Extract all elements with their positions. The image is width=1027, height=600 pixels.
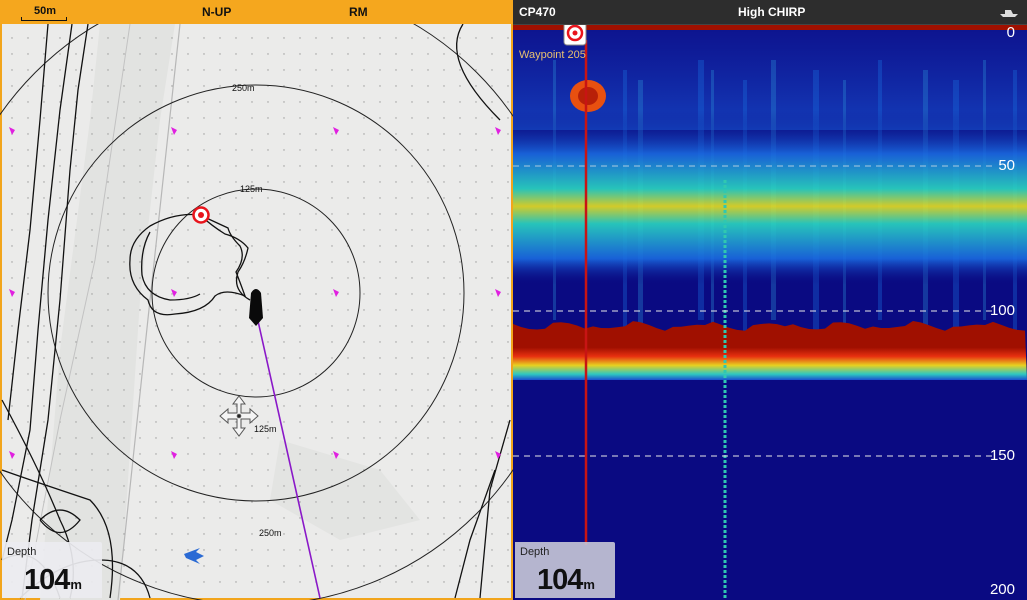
- chart-depth-databox[interactable]: Depth 104m: [2, 542, 102, 598]
- depth-unit: m: [583, 577, 595, 592]
- sonar-top-bar: CP470 High CHIRP: [513, 0, 1027, 25]
- depth-scale-150: 150: [989, 447, 1015, 464]
- sonar-frequency[interactable]: High CHIRP: [738, 5, 805, 19]
- sonar-depth-databox[interactable]: Depth 104m: [515, 542, 615, 598]
- depth-value: 104m: [24, 564, 82, 596]
- sonar-canvas[interactable]: Waypoint 205: [513, 0, 1027, 600]
- sonar-source[interactable]: CP470: [519, 5, 556, 19]
- chart-canvas[interactable]: 250m 125m 125m 250m: [0, 0, 513, 600]
- chart-top-bar: 50m N-UP RM: [0, 0, 513, 24]
- boat-icon: [1000, 10, 1018, 17]
- chart-scale[interactable]: 50m: [34, 5, 56, 17]
- seabed-echo: [513, 321, 1027, 380]
- depth-unit: m: [70, 577, 82, 592]
- depth-scale-100: 100: [989, 302, 1015, 319]
- ring-label-bottom-outer: 250m: [259, 528, 282, 538]
- ring-label-top-inner: 125m: [240, 184, 263, 194]
- waypoint-icon[interactable]: [192, 206, 210, 224]
- chart-orientation-mode[interactable]: N-UP: [202, 5, 231, 19]
- depth-scale-200: 200: [989, 581, 1015, 598]
- ring-label-top-outer: 250m: [232, 83, 255, 93]
- depth-label: Depth: [520, 546, 550, 558]
- chart-motion-mode[interactable]: RM: [349, 5, 368, 19]
- fish-school-core: [578, 87, 598, 105]
- depth-label: Depth: [7, 546, 37, 558]
- depth-value: 104m: [537, 564, 595, 596]
- chart-pane[interactable]: 250m 125m 125m 250m 50m N-UP RM Depth 10…: [0, 0, 513, 600]
- depth-scale-0: 0: [1006, 24, 1015, 41]
- sonar-pane[interactable]: Waypoint 205 CP470 High CHIRP 0 50 100 1…: [513, 0, 1027, 600]
- scale-bar-line: [21, 17, 67, 21]
- waypoint-label: Waypoint 205: [519, 49, 586, 61]
- thermocline-layer: [513, 110, 1027, 285]
- depth-scale-50: 50: [998, 157, 1015, 174]
- ring-label-bottom-inner: 125m: [254, 424, 277, 434]
